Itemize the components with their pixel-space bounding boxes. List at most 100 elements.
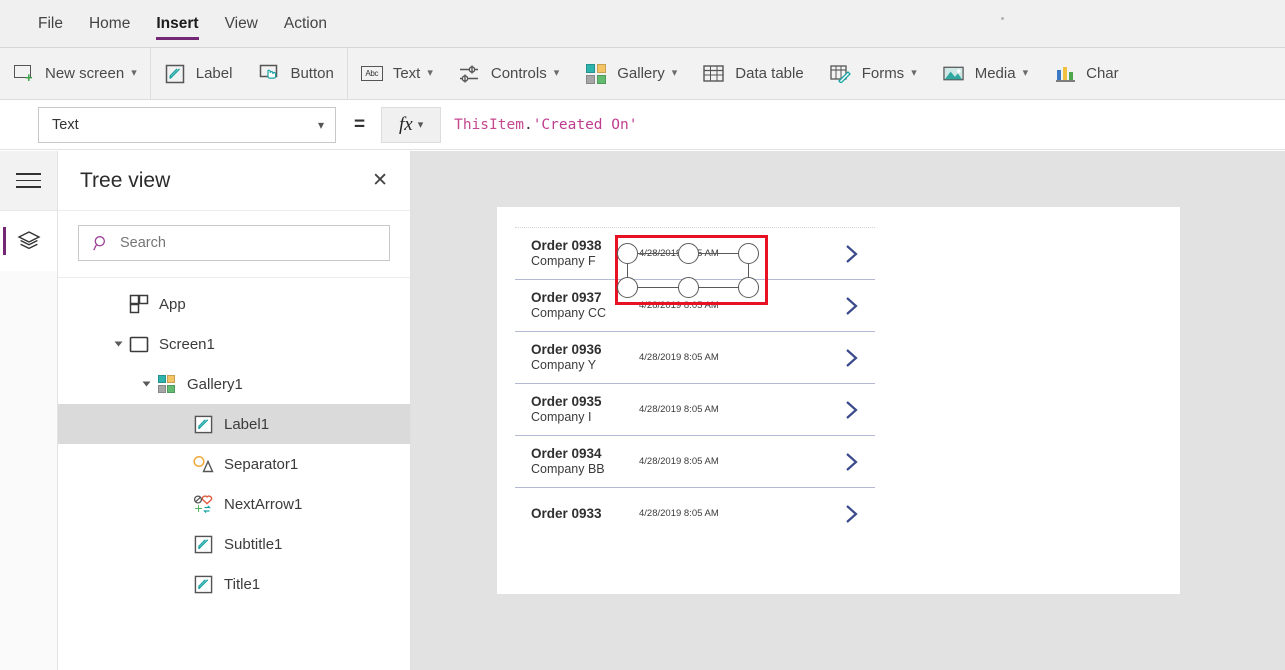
formula-token-identifier: ThisItem bbox=[454, 116, 524, 133]
gallery-row[interactable]: Order 0936 Company Y 4/28/2019 8:05 AM bbox=[515, 331, 875, 383]
twisty-expanded-icon[interactable] bbox=[111, 340, 125, 348]
insert-ribbon: + New screen ▾ Label Button Abc Text ▾ C… bbox=[0, 48, 1285, 100]
menu-item-insert[interactable]: Insert bbox=[156, 0, 199, 48]
tree-node-list: App Screen1 Gallery1 Label1 Separator1 +… bbox=[58, 278, 410, 604]
row-text-group: Order 0934 Company BB bbox=[531, 446, 635, 477]
ribbon-media[interactable]: Media ▾ bbox=[930, 48, 1041, 99]
next-arrow-icon[interactable] bbox=[844, 503, 859, 525]
close-icon[interactable]: ✕ bbox=[372, 171, 388, 190]
menu-label: View bbox=[224, 14, 258, 32]
gallery-row[interactable]: Order 0937 Company CC 4/28/2019 8:05 AM bbox=[515, 279, 875, 331]
tree-node-label: Label1 bbox=[224, 415, 270, 433]
gallery-row[interactable]: Order 0938 Company F 4/28/2019 8:05 AM bbox=[515, 227, 875, 279]
tree-node-label: Title1 bbox=[224, 575, 261, 593]
tree-node-label: Screen1 bbox=[159, 335, 215, 353]
ribbon-text[interactable]: Abc Text ▾ bbox=[348, 48, 446, 99]
tree-node-screen1[interactable]: Screen1 bbox=[58, 324, 410, 364]
twisty-expanded-icon[interactable] bbox=[139, 380, 153, 388]
ribbon-label: Data table bbox=[735, 65, 804, 82]
layers-icon bbox=[16, 231, 41, 250]
menu-item-home[interactable]: Home bbox=[89, 0, 130, 48]
tree-node-label: App bbox=[159, 295, 186, 313]
svg-text:+: + bbox=[194, 502, 203, 514]
tree-view-header: Tree view ✕ bbox=[58, 151, 410, 211]
next-arrow-icon[interactable] bbox=[844, 243, 859, 265]
tree-view-panel: Tree view ✕ Search App Screen1 Gallery1 … bbox=[58, 151, 411, 670]
chevron-down-icon: ▾ bbox=[317, 117, 324, 132]
ribbon-label: Controls bbox=[490, 65, 547, 82]
tree-node-separator1[interactable]: Separator1 bbox=[58, 444, 410, 484]
chevron-down-icon: ▾ bbox=[553, 67, 560, 79]
new-screen-icon: + bbox=[13, 63, 35, 85]
ribbon-data-table[interactable]: Data table bbox=[690, 48, 816, 99]
ribbon-gallery[interactable]: Gallery ▾ bbox=[572, 48, 690, 99]
ribbon-button-button[interactable]: Button bbox=[245, 48, 348, 99]
next-arrow-icon[interactable] bbox=[844, 295, 859, 317]
left-rail bbox=[0, 151, 58, 670]
gallery-control[interactable]: Order 0938 Company F 4/28/2019 8:05 AM O… bbox=[515, 227, 875, 547]
row-date-label: 4/28/2019 8:05 AM bbox=[639, 248, 719, 259]
fx-dropdown-button[interactable]: fx ▾ bbox=[381, 106, 442, 143]
app-canvas[interactable]: Order 0938 Company F 4/28/2019 8:05 AM O… bbox=[411, 151, 1285, 670]
hamburger-menu-button[interactable] bbox=[0, 151, 57, 211]
search-placeholder: Search bbox=[120, 235, 166, 251]
ribbon-label: Button bbox=[290, 65, 334, 82]
menu-label: Insert bbox=[156, 14, 199, 32]
power-apps-studio: File Home Insert View Action + New scree… bbox=[0, 0, 1285, 670]
chevron-down-icon: ▾ bbox=[911, 67, 917, 79]
data-table-icon bbox=[703, 63, 725, 85]
menu-item-action[interactable]: Action bbox=[284, 0, 327, 48]
menu-label: Action bbox=[283, 14, 327, 32]
tree-node-gallery1[interactable]: Gallery1 bbox=[58, 364, 410, 404]
equals-sign: = bbox=[354, 113, 366, 135]
tree-node-label1[interactable]: Label1 bbox=[58, 404, 410, 444]
gallery-row[interactable]: Order 0935 Company I 4/28/2019 8:05 AM bbox=[515, 383, 875, 435]
ribbon-new-screen[interactable]: + New screen ▾ bbox=[0, 48, 151, 99]
panel-title: Tree view bbox=[80, 168, 171, 192]
ribbon-label-button[interactable]: Label bbox=[151, 48, 246, 99]
app-screen-preview[interactable]: Order 0938 Company F 4/28/2019 8:05 AM O… bbox=[497, 207, 1180, 594]
gallery-row[interactable]: Order 0934 Company BB 4/28/2019 8:05 AM bbox=[515, 435, 875, 487]
tree-node-app[interactable]: App bbox=[58, 284, 410, 324]
row-date-label: 4/28/2019 8:05 AM bbox=[639, 352, 719, 363]
label-icon bbox=[193, 415, 214, 434]
menu-label: File bbox=[38, 14, 63, 32]
ribbon-chart[interactable]: Char bbox=[1041, 48, 1132, 99]
ribbon-label: New screen bbox=[45, 65, 125, 82]
fx-label: fx bbox=[398, 113, 413, 135]
tree-node-label: NextArrow1 bbox=[224, 495, 303, 513]
row-title: Order 0934 bbox=[531, 446, 602, 461]
formula-token-string: 'Created On' bbox=[532, 116, 638, 133]
forms-icon bbox=[830, 63, 852, 85]
ribbon-label: Text bbox=[392, 65, 421, 82]
row-subtitle: Company F bbox=[531, 254, 596, 268]
button-icon bbox=[258, 63, 280, 85]
ribbon-forms[interactable]: Forms ▾ bbox=[817, 48, 930, 99]
chevron-down-icon: ▾ bbox=[427, 67, 433, 79]
row-date-label: 4/28/2019 8:05 AM bbox=[639, 456, 719, 467]
next-arrow-icon[interactable] bbox=[844, 347, 859, 369]
formula-input[interactable]: ThisItem. 'Created On' bbox=[441, 106, 1285, 143]
row-text-group: Order 0935 Company I bbox=[531, 394, 635, 425]
row-text-group: Order 0937 Company CC bbox=[531, 290, 635, 321]
tree-node-subtitle1[interactable]: Subtitle1 bbox=[58, 524, 410, 564]
row-title: Order 0933 bbox=[531, 505, 602, 521]
sidebar-item-tree-view[interactable] bbox=[0, 211, 57, 271]
ribbon-controls[interactable]: Controls ▾ bbox=[446, 48, 572, 99]
chevron-down-icon: ▾ bbox=[1022, 67, 1029, 79]
tree-node-label: Separator1 bbox=[224, 455, 299, 473]
tree-node-title1[interactable]: Title1 bbox=[58, 564, 410, 604]
row-text-group: Order 0936 Company Y bbox=[531, 342, 635, 373]
ribbon-label: Gallery bbox=[617, 65, 665, 82]
gallery-row[interactable]: Order 0933 4/28/2019 8:05 AM bbox=[515, 487, 875, 539]
property-dropdown[interactable]: Text ▾ bbox=[38, 106, 336, 143]
row-date-label: 4/28/2019 8:05 AM bbox=[639, 404, 719, 415]
menu-item-file[interactable]: File bbox=[38, 0, 63, 48]
menu-item-view[interactable]: View bbox=[225, 0, 258, 48]
search-input[interactable]: Search bbox=[78, 225, 390, 261]
next-arrow-icon[interactable] bbox=[844, 451, 859, 473]
next-arrow-icon[interactable] bbox=[844, 399, 859, 421]
tree-search-wrapper: Search bbox=[58, 211, 410, 278]
row-subtitle: Company CC bbox=[531, 306, 607, 320]
tree-node-nextarrow1[interactable]: + NextArrow1 bbox=[58, 484, 410, 524]
